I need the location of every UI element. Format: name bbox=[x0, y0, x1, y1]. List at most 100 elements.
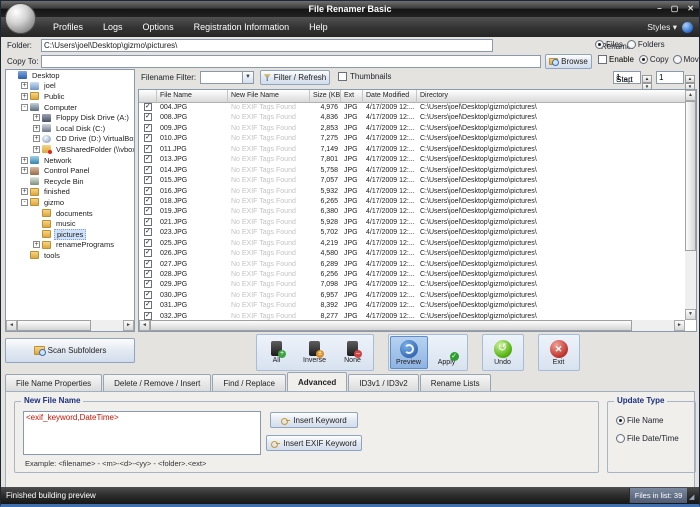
row-checkbox[interactable] bbox=[144, 260, 152, 268]
rename-radio-files[interactable] bbox=[595, 40, 604, 49]
menu-item-options[interactable]: Options bbox=[133, 17, 184, 37]
table-row[interactable]: 015.JPGNo EXIF Tags Found7,057JPG4/17/20… bbox=[139, 176, 696, 186]
scan-subfolders-button[interactable]: Scan Subfolders bbox=[5, 338, 135, 363]
row-checkbox[interactable] bbox=[144, 207, 152, 215]
preview-button[interactable]: Preview bbox=[390, 336, 428, 369]
tree-item-renameprograms[interactable]: +renamePrograms bbox=[6, 240, 134, 251]
chevron-down-icon[interactable]: ▼ bbox=[242, 72, 253, 83]
row-checkbox[interactable] bbox=[144, 291, 152, 299]
column-header-ext[interactable]: Ext bbox=[341, 90, 363, 103]
row-checkbox[interactable] bbox=[144, 197, 152, 205]
browse-button[interactable]: Browse bbox=[545, 54, 592, 69]
table-row[interactable]: 010.JPGNo EXIF Tags Found7,275JPG4/17/20… bbox=[139, 134, 696, 144]
table-row[interactable]: 018.JPGNo EXIF Tags Found6,265JPG4/17/20… bbox=[139, 197, 696, 207]
tree-item-joel[interactable]: +joel bbox=[6, 81, 134, 92]
expand-icon[interactable]: + bbox=[21, 157, 28, 164]
tree-item-tools[interactable]: tools bbox=[6, 250, 134, 261]
row-checkbox[interactable] bbox=[144, 301, 152, 309]
collapse-icon[interactable]: - bbox=[21, 199, 28, 206]
column-header-size-kb[interactable]: Size (KB) bbox=[310, 90, 341, 103]
undo-button[interactable]: Undo bbox=[484, 336, 522, 369]
select-none-button[interactable]: None bbox=[334, 336, 372, 369]
resize-grip[interactable]: ◢ bbox=[689, 494, 697, 502]
exit-button[interactable]: Exit bbox=[540, 336, 578, 369]
table-row[interactable]: 008.JPGNo EXIF Tags Found4,836JPG4/17/20… bbox=[139, 113, 696, 123]
pattern-input[interactable]: <exif_keyword,DateTime> bbox=[23, 411, 261, 455]
expand-icon[interactable]: + bbox=[21, 188, 28, 195]
tab-rename-lists[interactable]: Rename Lists bbox=[420, 374, 491, 391]
table-row[interactable]: 031.JPGNo EXIF Tags Found8,392JPG4/17/20… bbox=[139, 301, 696, 311]
table-row[interactable]: 030.JPGNo EXIF Tags Found6,957JPG4/17/20… bbox=[139, 291, 696, 301]
tree-item-gizmo[interactable]: -gizmo bbox=[6, 197, 134, 208]
tab-file-name-properties[interactable]: File Name Properties bbox=[5, 374, 102, 391]
tree-horizontal-scrollbar[interactable]: ◄ ► bbox=[6, 320, 134, 331]
table-row[interactable]: 021.JPGNo EXIF Tags Found5,928JPG4/17/20… bbox=[139, 218, 696, 228]
column-header-file-name[interactable]: File Name bbox=[157, 90, 228, 103]
copy-to-input[interactable] bbox=[41, 55, 541, 68]
row-checkbox[interactable] bbox=[144, 134, 152, 142]
copymode-radio-move[interactable] bbox=[673, 55, 682, 64]
tree-item-computer[interactable]: -Computer bbox=[6, 102, 134, 113]
row-checkbox[interactable] bbox=[144, 270, 152, 278]
spin-up-icon[interactable]: ▲ bbox=[685, 75, 695, 83]
rename-radio-folders[interactable] bbox=[627, 40, 636, 49]
insert-exif-keyword-button[interactable]: Insert EXIF Keyword bbox=[266, 435, 362, 451]
row-checkbox[interactable] bbox=[144, 113, 152, 121]
tree-item-local-disk-c[interactable]: +Local Disk (C:) bbox=[6, 123, 134, 134]
table-row[interactable]: 019.JPGNo EXIF Tags Found6,380JPG4/17/20… bbox=[139, 207, 696, 217]
table-row[interactable]: 026.JPGNo EXIF Tags Found4,580JPG4/17/20… bbox=[139, 249, 696, 259]
column-header-directory[interactable]: Directory bbox=[417, 90, 696, 103]
copymode-radio-copy[interactable] bbox=[639, 55, 648, 64]
maximize-icon[interactable]: ▢ bbox=[671, 5, 679, 13]
tree-item-finished[interactable]: +finished bbox=[6, 187, 134, 198]
insert-keyword-button[interactable]: Insert Keyword bbox=[270, 412, 358, 428]
row-checkbox[interactable] bbox=[144, 145, 152, 153]
scroll-right-icon[interactable]: ► bbox=[123, 320, 134, 331]
menu-item-registration-information[interactable]: Registration Information bbox=[184, 17, 300, 37]
row-checkbox[interactable] bbox=[144, 218, 152, 226]
tree-item-control-panel[interactable]: +Control Panel bbox=[6, 165, 134, 176]
update-type-radio-file-date-time[interactable] bbox=[616, 434, 625, 443]
table-vscroll-thumb[interactable] bbox=[685, 101, 696, 251]
table-vertical-scrollbar[interactable]: ▲ ▼ bbox=[685, 90, 696, 320]
expand-icon[interactable]: + bbox=[33, 135, 40, 142]
filename-filter-combo[interactable]: ▼ bbox=[200, 71, 254, 84]
expand-icon[interactable]: + bbox=[33, 125, 40, 132]
column-header-new-file-name[interactable]: New File Name bbox=[228, 90, 310, 103]
expand-icon[interactable]: + bbox=[33, 146, 40, 153]
help-icon[interactable] bbox=[682, 22, 693, 33]
tree-item-public[interactable]: +Public bbox=[6, 91, 134, 102]
tree-item-desktop[interactable]: Desktop bbox=[6, 70, 134, 81]
column-header-date-modified[interactable]: Date Modified bbox=[363, 90, 417, 103]
step-stepper[interactable]: ▲▼ bbox=[685, 75, 695, 88]
table-row[interactable]: 004.JPGNo EXIF Tags Found4,976JPG4/17/20… bbox=[139, 103, 696, 113]
scroll-left-icon[interactable]: ◄ bbox=[139, 320, 150, 331]
tree-scroll-thumb[interactable] bbox=[17, 320, 91, 331]
tab-find-replace[interactable]: Find / Replace bbox=[212, 374, 286, 391]
row-checkbox[interactable] bbox=[144, 124, 152, 132]
table-row[interactable]: 009.JPGNo EXIF Tags Found2,853JPG4/17/20… bbox=[139, 124, 696, 134]
close-icon[interactable]: ✕ bbox=[687, 5, 694, 13]
table-row[interactable]: 023.JPGNo EXIF Tags Found5,702JPG4/17/20… bbox=[139, 228, 696, 238]
scroll-down-icon[interactable]: ▼ bbox=[685, 309, 696, 320]
tab-delete-remove-insert[interactable]: Delete / Remove / Insert bbox=[103, 374, 211, 391]
row-checkbox[interactable] bbox=[144, 239, 152, 247]
row-checkbox[interactable] bbox=[144, 228, 152, 236]
tree-item-documents[interactable]: documents bbox=[6, 208, 134, 219]
menu-item-help[interactable]: Help bbox=[299, 17, 338, 37]
folder-input[interactable] bbox=[41, 39, 493, 52]
tab-id3v1-id3v2[interactable]: ID3v1 / ID3v2 bbox=[348, 374, 418, 391]
collapse-icon[interactable]: - bbox=[21, 104, 28, 111]
scroll-right-icon[interactable]: ► bbox=[674, 320, 685, 331]
spin-up-icon[interactable]: ▲ bbox=[642, 75, 652, 83]
scroll-left-icon[interactable]: ◄ bbox=[6, 320, 17, 331]
expand-icon[interactable]: + bbox=[21, 167, 28, 174]
thumbnails-checkbox[interactable] bbox=[338, 72, 347, 81]
tree-item-network[interactable]: +Network bbox=[6, 155, 134, 166]
row-checkbox[interactable] bbox=[144, 312, 152, 320]
table-horizontal-scrollbar[interactable]: ◄ ► bbox=[139, 320, 685, 331]
row-checkbox[interactable] bbox=[144, 249, 152, 257]
table-hscroll-thumb[interactable] bbox=[150, 320, 632, 331]
select-all-button[interactable]: All bbox=[258, 336, 296, 369]
table-row[interactable]: 011.JPGNo EXIF Tags Found7,149JPG4/17/20… bbox=[139, 145, 696, 155]
